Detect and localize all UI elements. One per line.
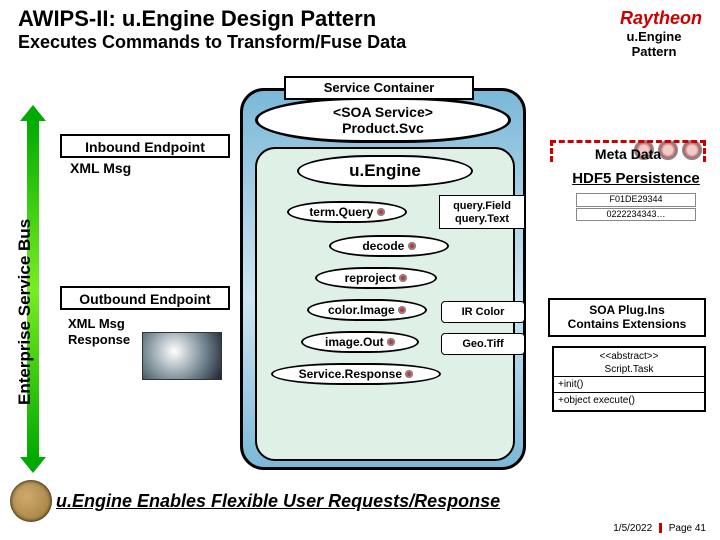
raytheon-logo: Raytheon — [620, 8, 702, 29]
bus-label: Enterprise Service Bus — [15, 219, 35, 405]
xml-resp-line1: XML Msg — [68, 316, 125, 331]
pattern-label: u.Engine Pattern — [606, 30, 702, 60]
soa-line2: Product.Svc — [258, 120, 508, 136]
soa-plugins-box: SOA Plug.Ins Contains Extensions — [548, 298, 706, 337]
footer: 1/5/2022 Page 41 — [613, 523, 706, 534]
outbound-endpoint: Outbound Endpoint — [60, 286, 230, 310]
plugins-line2: Contains Extensions — [552, 317, 702, 331]
step-decode: decode — [329, 235, 449, 257]
service-container: <SOA Service> Product.Svc u.Engine term.… — [240, 88, 526, 470]
seal-icon — [10, 480, 52, 522]
query-field-box: query.Field query.Text — [439, 195, 525, 229]
step-service-response: Service.Response — [271, 363, 441, 385]
satellite-image-icon — [142, 332, 222, 380]
service-container-header: Service Container — [284, 76, 474, 100]
abstract-script-task-box: <<abstract>> Script.Task +init() +object… — [552, 346, 706, 412]
hdf5-label: HDF5 Persistence — [554, 170, 718, 187]
xml-msg-response: XML Msg Response — [68, 316, 238, 376]
soa-service-oval: <SOA Service> Product.Svc — [255, 97, 511, 143]
gear-icon — [399, 274, 407, 282]
enterprise-service-bus-arrow: Enterprise Service Bus — [20, 105, 46, 473]
gear-icon — [398, 306, 406, 314]
abstract-m1: +init() — [554, 376, 704, 392]
xml-resp-line2: Response — [68, 332, 130, 347]
footer-divider — [659, 523, 662, 533]
abstract-m2: +object execute() — [554, 392, 704, 408]
gear-icon — [408, 242, 416, 250]
query-field-l2: query.Text — [455, 213, 509, 226]
gear-icon — [405, 370, 413, 378]
abstract-hdr2: Script.Task — [554, 363, 704, 376]
bottom-caption: u.Engine Enables Flexible User Requests/… — [56, 491, 500, 512]
step-term-query: term.Query — [287, 201, 407, 223]
meta-data-label: Meta Data — [550, 140, 706, 162]
step-color-image: color.Image — [307, 299, 427, 321]
pattern-label-line2: Pattern — [606, 45, 702, 60]
service-inner: u.Engine term.Query query.Field query.Te… — [255, 147, 515, 461]
xml-msg-label: XML Msg — [70, 160, 170, 176]
pattern-label-line1: u.Engine — [606, 30, 702, 45]
code-2: 0222234343… — [576, 208, 696, 222]
slide-subtitle: Executes Commands to Transform/Fuse Data — [18, 32, 406, 53]
plugins-line1: SOA Plug.Ins — [552, 303, 702, 317]
inbound-endpoint: Inbound Endpoint — [60, 134, 230, 158]
slide-title: AWIPS-II: u.Engine Design Pattern — [18, 6, 376, 32]
gear-icon — [377, 208, 385, 216]
ir-color-pill: IR Color — [441, 301, 525, 323]
step-reproject: reproject — [315, 267, 437, 289]
abstract-hdr1: <<abstract>> — [554, 350, 704, 363]
footer-page: Page 41 — [669, 523, 706, 534]
persistence-codes: F01DE29344 0222234343… — [566, 192, 706, 222]
step-image-out: image.Out — [301, 331, 419, 353]
code-1: F01DE29344 — [576, 193, 696, 207]
footer-date: 1/5/2022 — [613, 523, 652, 534]
geo-tiff-pill: Geo.Tiff — [441, 333, 525, 355]
gear-icon — [387, 338, 395, 346]
query-field-l1: query.Field — [453, 200, 511, 213]
soa-line1: <SOA Service> — [258, 104, 508, 120]
uengine-oval: u.Engine — [297, 155, 473, 187]
